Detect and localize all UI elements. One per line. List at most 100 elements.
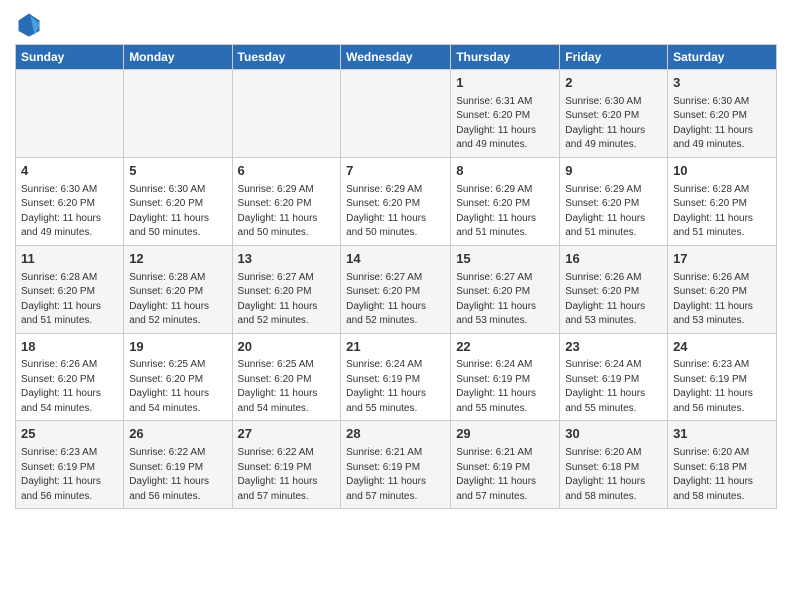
- day-number: 13: [238, 250, 336, 269]
- day-number: 19: [129, 338, 226, 357]
- logo: [15, 10, 47, 38]
- day-info: Sunrise: 6:23 AM Sunset: 6:19 PM Dayligh…: [21, 446, 118, 504]
- cell-week4-day6: 24Sunrise: 6:23 AM Sunset: 6:19 PM Dayli…: [668, 333, 777, 421]
- week-row-5: 25 Sunrise: 6:23 AM Sunset: 6:19 PM Dayli…: [16, 421, 777, 509]
- cell-week1-day2: [232, 70, 341, 158]
- cell-week2-day1: 5Sunrise: 6:30 AM Sunset: 6:20 PM Daylig…: [124, 157, 232, 245]
- day-number: 16: [565, 250, 662, 269]
- header-tuesday: Tuesday: [232, 45, 341, 70]
- cell-week5-day2: 27 Sunrise: 6:22 AM Sunset: 6:19 PM Dayli…: [232, 421, 341, 509]
- cell-week4-day4: 22Sunrise: 6:24 AM Sunset: 6:19 PM Dayli…: [451, 333, 560, 421]
- day-info: Sunrise: 6:30 AM Sunset: 6:20 PM Dayligh…: [21, 183, 118, 241]
- header-friday: Friday: [560, 45, 668, 70]
- cell-week4-day1: 19Sunrise: 6:25 AM Sunset: 6:20 PM Dayli…: [124, 333, 232, 421]
- calendar-body: 1 Sunrise: 6:31 AM Sunset: 6:20 PM Daylig…: [16, 70, 777, 509]
- header: [15, 10, 777, 38]
- cell-week4-day5: 23Sunrise: 6:24 AM Sunset: 6:19 PM Dayli…: [560, 333, 668, 421]
- day-info: Sunrise: 6:27 AM Sunset: 6:20 PM Dayligh…: [346, 271, 445, 329]
- day-info: Sunrise: 6:28 AM Sunset: 6:20 PM Dayligh…: [673, 183, 771, 241]
- cell-week3-day5: 16 Sunrise: 6:26 AM Sunset: 6:20 PM Dayli…: [560, 245, 668, 333]
- day-info: Sunrise: 6:26 AM Sunset: 6:20 PM Dayligh…: [565, 271, 662, 329]
- cell-week2-day0: 4 Sunrise: 6:30 AM Sunset: 6:20 PM Daylig…: [16, 157, 124, 245]
- day-info: Sunrise: 6:29 AM Sunset: 6:20 PM Dayligh…: [565, 183, 662, 241]
- day-number: 20: [238, 338, 336, 357]
- day-number: 7: [346, 162, 445, 181]
- day-number: 9: [565, 162, 662, 181]
- cell-week3-day6: 17 Sunrise: 6:26 AM Sunset: 6:20 PM Dayli…: [668, 245, 777, 333]
- header-thursday: Thursday: [451, 45, 560, 70]
- day-number: 27: [238, 425, 336, 444]
- cell-week1-day6: 3 Sunrise: 6:30 AM Sunset: 6:20 PM Daylig…: [668, 70, 777, 158]
- cell-week2-day5: 9 Sunrise: 6:29 AM Sunset: 6:20 PM Daylig…: [560, 157, 668, 245]
- logo-icon: [15, 10, 43, 38]
- day-number: 5: [129, 162, 226, 181]
- day-info: Sunrise: 6:24 AM Sunset: 6:19 PM Dayligh…: [346, 358, 445, 416]
- day-info: Sunrise: 6:31 AM Sunset: 6:20 PM Dayligh…: [456, 95, 554, 153]
- cell-week5-day5: 30Sunrise: 6:20 AM Sunset: 6:18 PM Dayli…: [560, 421, 668, 509]
- day-info: Sunrise: 6:21 AM Sunset: 6:19 PM Dayligh…: [346, 446, 445, 504]
- cell-week2-day4: 8 Sunrise: 6:29 AM Sunset: 6:20 PM Daylig…: [451, 157, 560, 245]
- day-number: 1: [456, 74, 554, 93]
- day-number: 3: [673, 74, 771, 93]
- day-number: 24: [673, 338, 771, 357]
- day-info: Sunrise: 6:25 AM Sunset: 6:20 PM Dayligh…: [129, 358, 226, 416]
- day-number: 6: [238, 162, 336, 181]
- cell-week4-day2: 20Sunrise: 6:25 AM Sunset: 6:20 PM Dayli…: [232, 333, 341, 421]
- cell-week2-day2: 6 Sunrise: 6:29 AM Sunset: 6:20 PM Daylig…: [232, 157, 341, 245]
- day-number: 30: [565, 425, 662, 444]
- day-info: Sunrise: 6:29 AM Sunset: 6:20 PM Dayligh…: [238, 183, 336, 241]
- week-row-3: 11 Sunrise: 6:28 AM Sunset: 6:20 PM Dayli…: [16, 245, 777, 333]
- header-monday: Monday: [124, 45, 232, 70]
- cell-week5-day3: 28 Sunrise: 6:21 AM Sunset: 6:19 PM Dayli…: [341, 421, 451, 509]
- day-number: 10: [673, 162, 771, 181]
- day-number: 14: [346, 250, 445, 269]
- week-row-2: 4 Sunrise: 6:30 AM Sunset: 6:20 PM Daylig…: [16, 157, 777, 245]
- cell-week4-day3: 21Sunrise: 6:24 AM Sunset: 6:19 PM Dayli…: [341, 333, 451, 421]
- day-info: Sunrise: 6:24 AM Sunset: 6:19 PM Dayligh…: [565, 358, 662, 416]
- day-info: Sunrise: 6:20 AM Sunset: 6:18 PM Dayligh…: [673, 446, 771, 504]
- page-container: Sunday Monday Tuesday Wednesday Thursday…: [0, 0, 792, 519]
- calendar-header-row: Sunday Monday Tuesday Wednesday Thursday…: [16, 45, 777, 70]
- day-number: 29: [456, 425, 554, 444]
- day-info: Sunrise: 6:26 AM Sunset: 6:20 PM Dayligh…: [673, 271, 771, 329]
- cell-week3-day2: 13Sunrise: 6:27 AM Sunset: 6:20 PM Dayli…: [232, 245, 341, 333]
- cell-week5-day4: 29Sunrise: 6:21 AM Sunset: 6:19 PM Dayli…: [451, 421, 560, 509]
- day-info: Sunrise: 6:28 AM Sunset: 6:20 PM Dayligh…: [21, 271, 118, 329]
- day-number: 8: [456, 162, 554, 181]
- cell-week3-day1: 12 Sunrise: 6:28 AM Sunset: 6:20 PM Dayli…: [124, 245, 232, 333]
- day-number: 25: [21, 425, 118, 444]
- day-info: Sunrise: 6:22 AM Sunset: 6:19 PM Dayligh…: [238, 446, 336, 504]
- day-info: Sunrise: 6:23 AM Sunset: 6:19 PM Dayligh…: [673, 358, 771, 416]
- calendar-table: Sunday Monday Tuesday Wednesday Thursday…: [15, 44, 777, 509]
- cell-week1-day1: [124, 70, 232, 158]
- day-number: 26: [129, 425, 226, 444]
- cell-week2-day3: 7 Sunrise: 6:29 AM Sunset: 6:20 PM Daylig…: [341, 157, 451, 245]
- day-info: Sunrise: 6:29 AM Sunset: 6:20 PM Dayligh…: [346, 183, 445, 241]
- day-number: 4: [21, 162, 118, 181]
- header-wednesday: Wednesday: [341, 45, 451, 70]
- day-info: Sunrise: 6:25 AM Sunset: 6:20 PM Dayligh…: [238, 358, 336, 416]
- header-sunday: Sunday: [16, 45, 124, 70]
- cell-week3-day3: 14 Sunrise: 6:27 AM Sunset: 6:20 PM Dayli…: [341, 245, 451, 333]
- day-info: Sunrise: 6:28 AM Sunset: 6:20 PM Dayligh…: [129, 271, 226, 329]
- day-number: 12: [129, 250, 226, 269]
- day-number: 28: [346, 425, 445, 444]
- cell-week2-day6: 10 Sunrise: 6:28 AM Sunset: 6:20 PM Dayli…: [668, 157, 777, 245]
- cell-week4-day0: 18Sunrise: 6:26 AM Sunset: 6:20 PM Dayli…: [16, 333, 124, 421]
- cell-week5-day1: 26 Sunrise: 6:22 AM Sunset: 6:19 PM Dayli…: [124, 421, 232, 509]
- day-number: 2: [565, 74, 662, 93]
- day-number: 21: [346, 338, 445, 357]
- day-info: Sunrise: 6:22 AM Sunset: 6:19 PM Dayligh…: [129, 446, 226, 504]
- header-saturday: Saturday: [668, 45, 777, 70]
- cell-week5-day6: 31Sunrise: 6:20 AM Sunset: 6:18 PM Dayli…: [668, 421, 777, 509]
- day-info: Sunrise: 6:29 AM Sunset: 6:20 PM Dayligh…: [456, 183, 554, 241]
- day-number: 11: [21, 250, 118, 269]
- day-number: 17: [673, 250, 771, 269]
- day-info: Sunrise: 6:27 AM Sunset: 6:20 PM Dayligh…: [456, 271, 554, 329]
- cell-week1-day4: 1 Sunrise: 6:31 AM Sunset: 6:20 PM Daylig…: [451, 70, 560, 158]
- cell-week3-day4: 15 Sunrise: 6:27 AM Sunset: 6:20 PM Dayli…: [451, 245, 560, 333]
- day-number: 23: [565, 338, 662, 357]
- day-info: Sunrise: 6:30 AM Sunset: 6:20 PM Dayligh…: [673, 95, 771, 153]
- day-number: 15: [456, 250, 554, 269]
- cell-week5-day0: 25 Sunrise: 6:23 AM Sunset: 6:19 PM Dayli…: [16, 421, 124, 509]
